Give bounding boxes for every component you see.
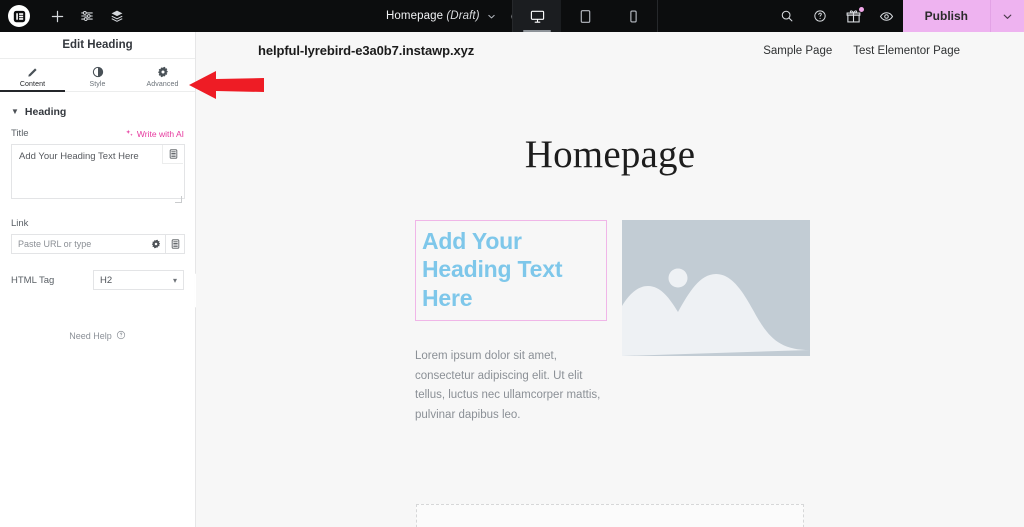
link-control-header: Link bbox=[11, 218, 184, 229]
device-tablet-button[interactable] bbox=[561, 0, 609, 32]
question-circle-icon[interactable] bbox=[804, 0, 837, 32]
html-tag-select[interactable]: H2 ▾ bbox=[93, 270, 184, 290]
title-input[interactable] bbox=[11, 144, 185, 199]
link-options-gear-icon[interactable] bbox=[147, 234, 166, 254]
site-header: helpful-lyrebird-e3a0b7.instawp.xyz Samp… bbox=[196, 32, 1024, 69]
tab-advanced-label: Advanced bbox=[146, 81, 179, 88]
device-desktop-button[interactable] bbox=[513, 0, 561, 32]
content-column-left: Add Your Heading Text Here Lorem ipsum d… bbox=[415, 220, 607, 426]
write-with-ai-button[interactable]: Write with AI bbox=[125, 129, 184, 139]
link-control: Link bbox=[0, 218, 195, 254]
link-dynamic-tag-database-icon[interactable] bbox=[166, 234, 185, 254]
title-control-header: Title Write with AI bbox=[11, 128, 184, 139]
question-circle-icon bbox=[116, 330, 126, 342]
search-icon[interactable] bbox=[771, 0, 804, 32]
document-title[interactable]: Homepage (Draft) bbox=[386, 10, 480, 22]
device-mobile-button[interactable] bbox=[609, 0, 657, 32]
document-title-text: Homepage bbox=[386, 10, 444, 22]
publish-button[interactable]: Publish bbox=[902, 0, 990, 32]
image-placeholder-icon[interactable] bbox=[622, 220, 810, 356]
caret-down-icon: ▼ bbox=[11, 107, 19, 116]
device-mode-switcher bbox=[512, 0, 658, 32]
title-label: Title bbox=[11, 128, 29, 139]
plus-icon[interactable] bbox=[42, 0, 72, 32]
need-help-link[interactable]: Need Help bbox=[0, 330, 195, 342]
eye-icon[interactable] bbox=[870, 0, 903, 32]
tab-content[interactable]: Content bbox=[0, 59, 65, 92]
html-tag-label: HTML Tag bbox=[11, 274, 55, 286]
nav-item-sample-page[interactable]: Sample Page bbox=[763, 45, 832, 57]
chevron-down-icon: ▾ bbox=[172, 275, 177, 285]
content-row: Add Your Heading Text Here Lorem ipsum d… bbox=[196, 220, 1024, 426]
toolbar-left-group bbox=[0, 0, 132, 32]
link-input[interactable] bbox=[11, 234, 147, 254]
link-input-group bbox=[11, 234, 185, 254]
tab-content-label: Content bbox=[19, 81, 46, 88]
heading-widget-text: Add Your Heading Text Here bbox=[422, 228, 563, 311]
widget-settings-panel: Edit Heading Content Style Advanced ▼ He… bbox=[0, 32, 196, 527]
panel-tabs: Content Style Advanced bbox=[0, 59, 195, 92]
sliders-icon[interactable] bbox=[72, 0, 102, 32]
tab-advanced[interactable]: Advanced bbox=[130, 59, 195, 91]
content-column-right bbox=[622, 220, 810, 426]
textarea-resize-handle[interactable] bbox=[175, 196, 182, 203]
document-status: (Draft) bbox=[446, 10, 480, 22]
title-control: Title Write with AI bbox=[0, 128, 195, 204]
preview-canvas: helpful-lyrebird-e3a0b7.instawp.xyz Samp… bbox=[196, 32, 1024, 527]
tab-style-label: Style bbox=[89, 81, 106, 88]
write-with-ai-label: Write with AI bbox=[136, 128, 184, 139]
page-title: Homepage bbox=[524, 133, 696, 176]
gift-icon[interactable] bbox=[837, 0, 870, 32]
gear-icon bbox=[157, 65, 169, 78]
heading-section-title: Heading bbox=[24, 106, 67, 118]
heading-widget-selected[interactable]: Add Your Heading Text Here bbox=[415, 220, 607, 321]
site-nav: Sample Page Test Elementor Page bbox=[763, 45, 960, 57]
empty-drop-area[interactable] bbox=[416, 504, 804, 527]
tab-style[interactable]: Style bbox=[65, 59, 130, 91]
contrast-circle-icon bbox=[92, 65, 104, 78]
title-textarea-wrap bbox=[11, 144, 185, 204]
publish-options-chevron-down-icon[interactable] bbox=[990, 0, 1024, 32]
panel-header: Edit Heading bbox=[0, 32, 195, 59]
link-label: Link bbox=[11, 218, 29, 229]
heading-section-header[interactable]: ▼ Heading bbox=[0, 92, 195, 128]
elementor-editor: Homepage (Draft) Publish Edit Heading Co… bbox=[0, 0, 1024, 527]
elementor-logo-icon[interactable] bbox=[8, 5, 30, 27]
toolbar-right-group: Publish bbox=[771, 0, 1024, 32]
layers-icon[interactable] bbox=[102, 0, 132, 32]
pencil-icon bbox=[27, 65, 39, 78]
notification-dot bbox=[858, 7, 864, 12]
sparkle-icon bbox=[125, 129, 134, 138]
document-title-group: Homepage (Draft) bbox=[386, 0, 523, 32]
title-dynamic-tag-database-icon[interactable] bbox=[162, 145, 183, 164]
html-tag-control: HTML Tag H2 ▾ bbox=[0, 270, 195, 290]
panel-title: Edit Heading bbox=[62, 39, 133, 51]
top-toolbar: Homepage (Draft) Publish bbox=[0, 0, 1024, 32]
site-title[interactable]: helpful-lyrebird-e3a0b7.instawp.xyz bbox=[258, 43, 474, 58]
html-tag-value: H2 bbox=[100, 274, 113, 286]
paragraph-text: Lorem ipsum dolor sit amet, consectetur … bbox=[415, 349, 601, 422]
need-help-label: Need Help bbox=[69, 331, 112, 341]
nav-item-test-elementor-page[interactable]: Test Elementor Page bbox=[853, 45, 960, 57]
chevron-down-icon[interactable] bbox=[487, 12, 496, 21]
